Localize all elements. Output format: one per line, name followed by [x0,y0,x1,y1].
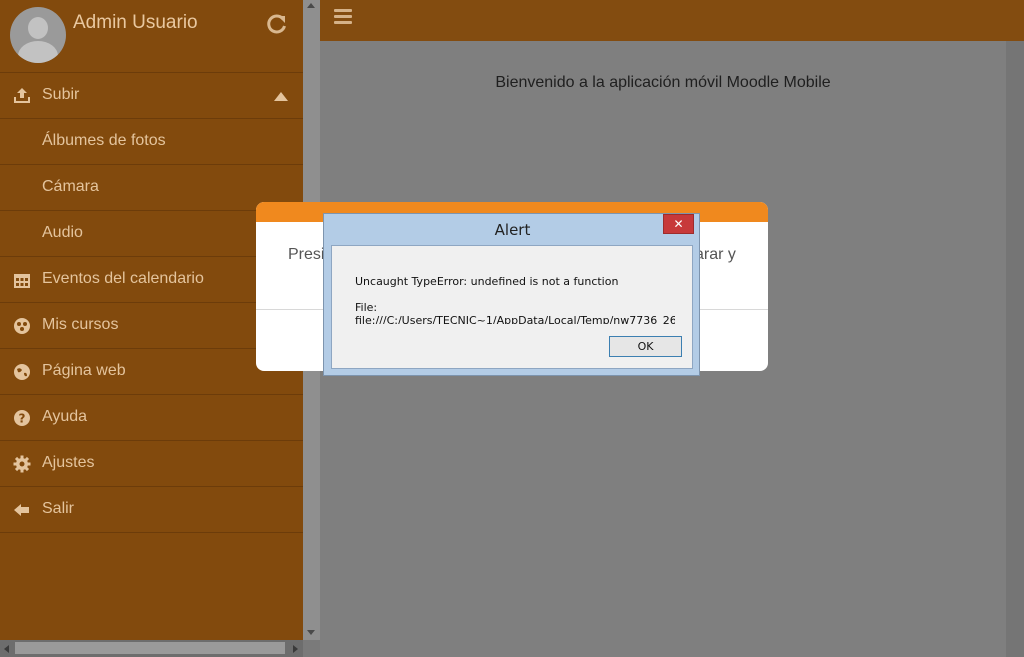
sidebar-horizontal-scrollbar[interactable] [0,640,303,657]
profile-header: Admin Usuario [0,0,303,73]
sidebar-item-salir[interactable]: Salir [0,487,303,533]
avatar [10,7,66,63]
sidebar-item-label: Álbumes de fotos [42,132,166,149]
caret-up-icon [274,92,288,101]
sidebar-item-subir[interactable]: Subir [0,73,303,119]
close-button[interactable]: ✕ [663,214,694,234]
welcome-message: Bienvenido a la aplicación móvil Moodle … [495,74,831,91]
upload-icon [14,88,30,103]
modal-message-end: arar y [695,246,736,263]
sidebar-item-label: Ayuda [42,408,88,425]
hamburger-icon[interactable] [334,9,352,25]
scroll-right-icon[interactable] [293,645,298,653]
sidebar-item-label: Mis cursos [42,316,119,333]
main-vertical-scrollbar[interactable] [1006,41,1024,657]
alert-body: Uncaught TypeError: undefined is not a f… [331,245,693,369]
scrollbar-corner [303,640,320,657]
sidebar-item-label: Ajustes [42,454,95,471]
calendar-icon [14,274,30,288]
sidebar-item-albumes[interactable]: Álbumes de fotos [0,119,303,165]
refresh-icon[interactable] [266,13,288,35]
courses-icon [14,318,30,334]
svg-text:?: ? [19,412,26,426]
sidebar-item-label: Cámara [42,178,99,195]
alert-file-path: file:///C:/Users/TECNIC~1/AppData/Local/… [355,314,675,324]
user-name: Admin Usuario [73,12,198,33]
arrow-left-icon [14,504,29,516]
help-icon: ? [14,410,30,426]
scrollbar-thumb[interactable] [15,642,285,654]
gear-icon [13,455,31,473]
sidebar-item-label: Subir [42,86,80,103]
sidebar-item-label: Audio [42,224,83,241]
modal-message-start: Presi [288,246,325,263]
globe-icon [14,364,30,380]
alert-message: Uncaught TypeError: undefined is not a f… [355,275,619,288]
alert-title: Alert [494,221,531,239]
scroll-left-icon[interactable] [4,645,9,653]
scroll-up-icon[interactable] [307,3,315,8]
sidebar-item-label: Salir [42,500,75,517]
top-bar [320,0,1024,41]
sidebar-item-label: Eventos del calendario [42,270,204,287]
sidebar-item-label: Página web [42,362,126,379]
alert-file-label: File: [355,301,378,314]
sidebar-item-ayuda[interactable]: ? Ayuda [0,395,303,441]
sidebar-item-ajustes[interactable]: Ajustes [0,441,303,487]
scroll-down-icon[interactable] [307,630,315,635]
alert-dialog: Alert ✕ Uncaught TypeError: undefined is… [323,213,700,376]
ok-button[interactable]: OK [609,336,682,357]
